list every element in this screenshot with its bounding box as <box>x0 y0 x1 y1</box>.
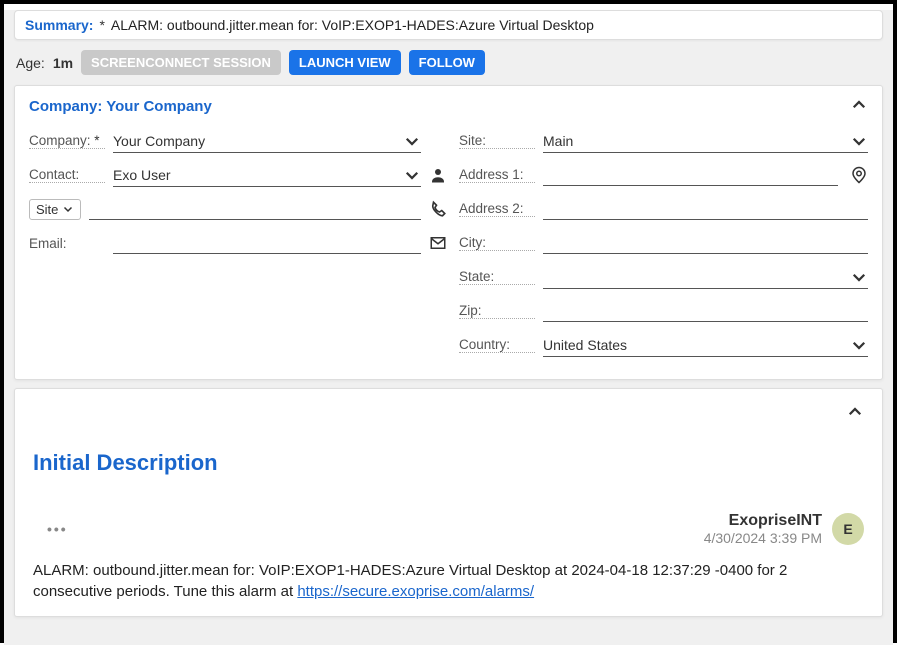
screenconnect-button[interactable]: SCREENCONNECT SESSION <box>81 50 281 75</box>
address1-input[interactable] <box>543 165 838 186</box>
note-timestamp: 4/30/2024 3:39 PM <box>704 530 822 546</box>
collapse-icon[interactable] <box>846 403 864 424</box>
mail-icon[interactable] <box>429 234 449 252</box>
follow-button[interactable]: FOLLOW <box>409 50 485 75</box>
avatar: E <box>832 513 864 545</box>
action-row: Age: 1m SCREENCONNECT SESSION LAUNCH VIE… <box>4 44 893 85</box>
description-body: ALARM: outbound.jitter.mean for: VoIP:EX… <box>33 560 864 602</box>
summary-required: * <box>99 17 104 33</box>
chevron-down-icon <box>850 336 868 354</box>
email-input[interactable] <box>113 233 421 254</box>
summary-bar: Summary: * ALARM: outbound.jitter.mean f… <box>14 10 883 40</box>
site-select[interactable]: Main <box>543 130 868 153</box>
alarm-link[interactable]: https://secure.exoprise.com/alarms/ <box>297 583 534 600</box>
address1-label: Address 1: <box>459 167 535 183</box>
country-label: Country: <box>459 337 535 353</box>
contact-select[interactable]: Exo User <box>113 164 421 187</box>
description-panel: Initial Description ••• ExopriseINT 4/30… <box>14 388 883 617</box>
country-select[interactable]: United States <box>543 334 868 357</box>
age-value: 1m <box>53 55 73 71</box>
chevron-down-icon <box>403 132 421 150</box>
state-select[interactable] <box>543 266 868 289</box>
chevron-down-icon <box>403 166 421 184</box>
company-select[interactable]: Your Company <box>113 130 421 153</box>
summary-text: ALARM: outbound.jitter.mean for: VoIP:EX… <box>111 17 594 33</box>
company-label: Company: * <box>29 133 105 149</box>
summary-label: Summary: <box>25 17 93 33</box>
person-icon[interactable] <box>429 166 449 184</box>
address2-input[interactable] <box>543 199 868 220</box>
address2-label: Address 2: <box>459 201 535 217</box>
note-author: ExopriseINT <box>704 512 822 530</box>
chevron-down-icon <box>850 268 868 286</box>
city-input[interactable] <box>543 233 868 254</box>
phone-type-select[interactable]: Site <box>29 199 81 220</box>
age-label: Age: <box>16 55 45 71</box>
company-panel-title: Company: Your Company <box>29 98 212 115</box>
more-menu-icon[interactable]: ••• <box>33 521 68 537</box>
description-title: Initial Description <box>33 450 864 476</box>
email-label: Email: <box>29 236 105 251</box>
site-label: Site: <box>459 133 535 149</box>
location-icon[interactable] <box>850 166 868 184</box>
chevron-down-icon <box>850 132 868 150</box>
company-panel: Company: Your Company Company: * Your Co… <box>14 85 883 380</box>
state-label: State: <box>459 269 535 285</box>
phone-icon[interactable] <box>429 200 449 218</box>
city-label: City: <box>459 235 535 251</box>
zip-label: Zip: <box>459 303 535 319</box>
contact-label: Contact: <box>29 167 105 183</box>
launch-view-button[interactable]: LAUNCH VIEW <box>289 50 401 75</box>
zip-input[interactable] <box>543 301 868 322</box>
collapse-icon[interactable] <box>850 96 868 117</box>
phone-input[interactable] <box>89 199 421 220</box>
